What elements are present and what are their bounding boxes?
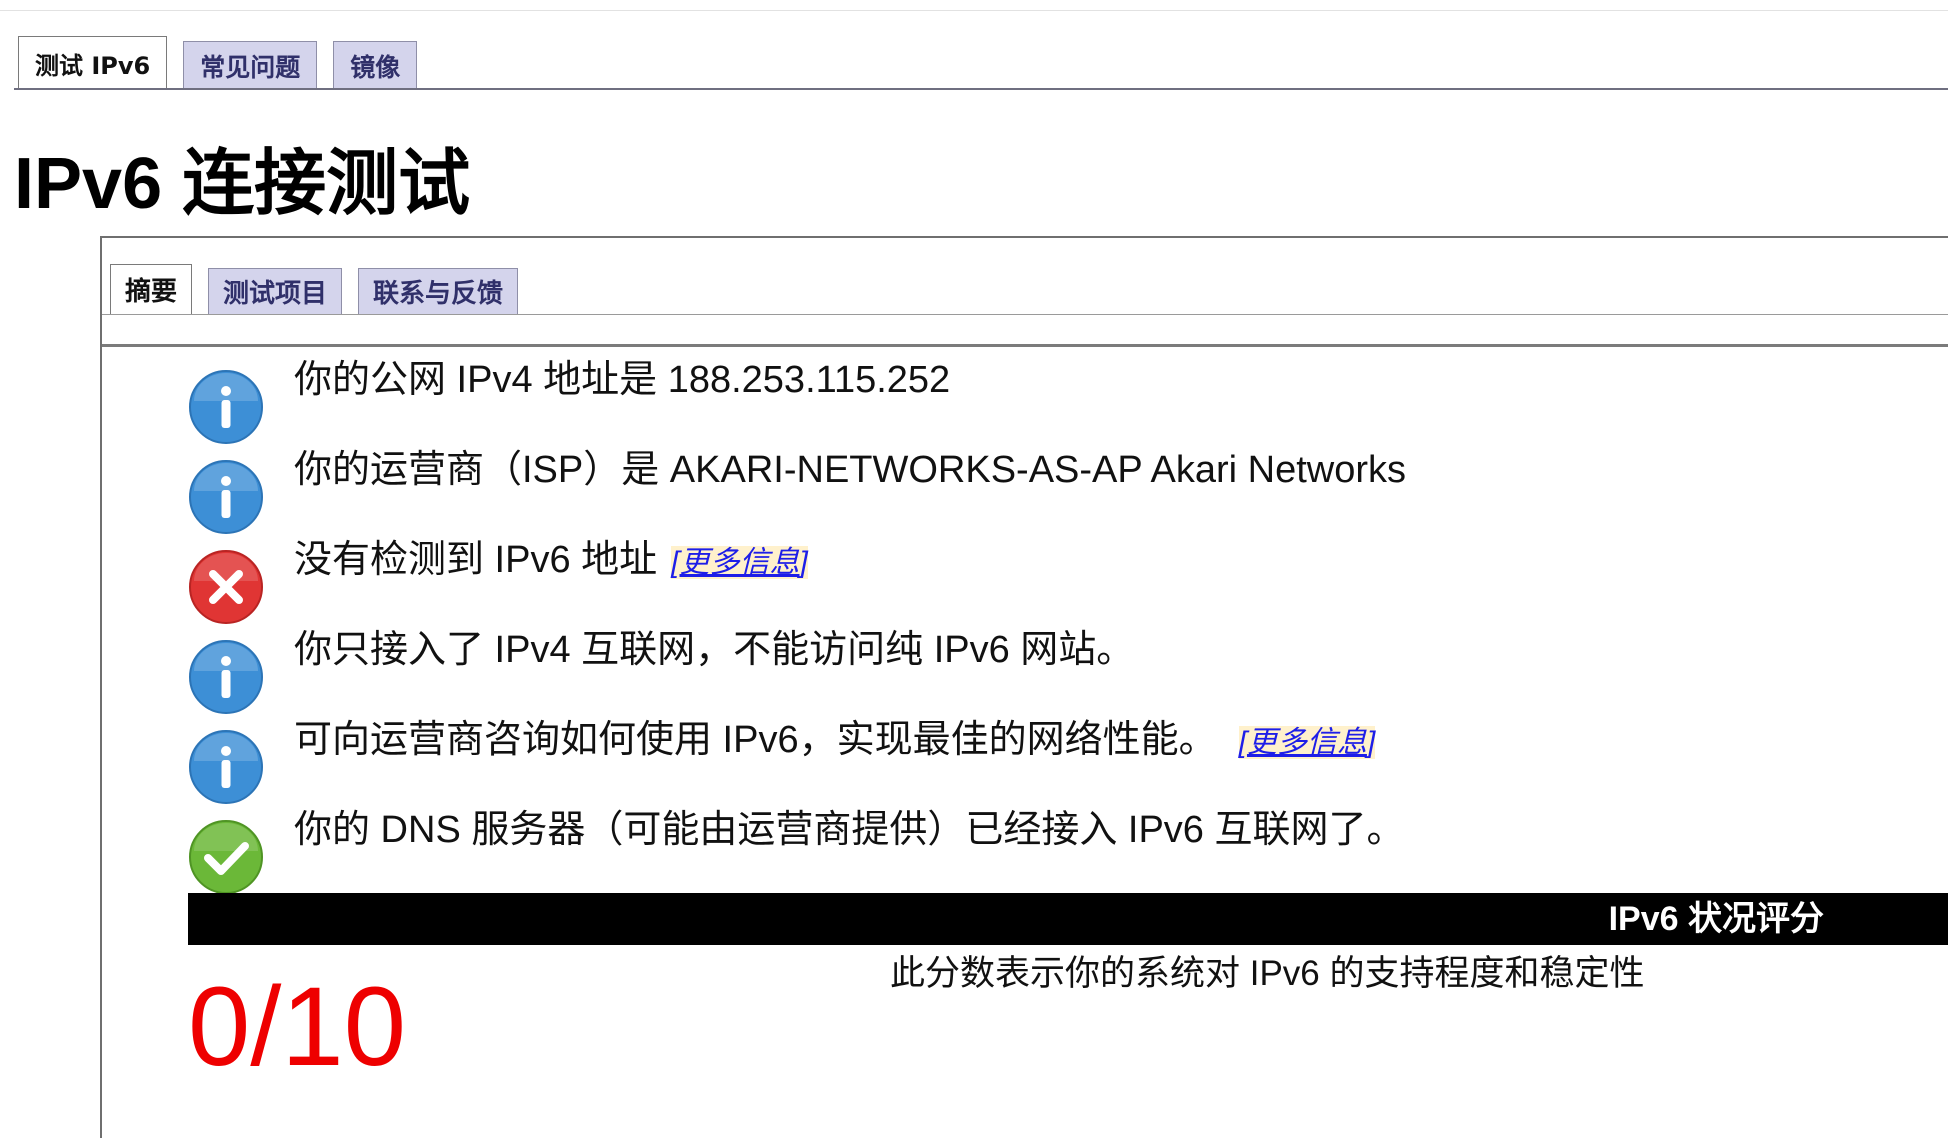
panel-tabs-divider [102, 314, 1948, 315]
result-text: 你只接入了 IPv4 互联网，不能访问纯 IPv6 网站。 [294, 629, 1135, 671]
info-icon [188, 369, 264, 445]
score-header-bar: IPv6 状况评分 [188, 893, 1948, 945]
result-text: 你的公网 IPv4 地址是 188.253.115.252 [294, 359, 951, 401]
more-info-link[interactable]: [更多信息] [1238, 726, 1376, 759]
tab-test-ipv6[interactable]: 测试 IPv6 [18, 36, 168, 89]
tab-tests-run[interactable]: 测试项目 [208, 268, 343, 314]
score-description: 此分数表示你的系统对 IPv6 的支持程度和稳定性 [890, 954, 1645, 993]
result-row-isp: 你的运营商（ISP）是 AKARI-NETWORKS-AS-AP Akari N… [188, 442, 1948, 535]
page-title: IPv6 连接测试 [14, 144, 471, 224]
tab-summary[interactable]: 摘要 [110, 264, 193, 314]
panel-content-divider [102, 344, 1948, 347]
tab-contact[interactable]: 联系与反馈 [358, 268, 519, 314]
result-row-no-ipv6: 没有检测到 IPv6 地址 [更多信息] [188, 532, 1948, 625]
top-divider [0, 10, 1948, 11]
score-value: 0/10 [188, 964, 406, 1089]
checkmark-icon [188, 819, 264, 895]
panel-tabs: 摘要 测试项目 联系与反馈 [110, 264, 519, 314]
error-icon [188, 549, 264, 625]
score-heading: IPv6 状况评分 [1608, 900, 1824, 938]
result-text: 你的 DNS 服务器（可能由运营商提供）已经接入 IPv6 互联网了。 [294, 809, 1405, 851]
info-icon [188, 729, 264, 805]
info-icon [188, 639, 264, 715]
result-row-ipv4-only: 你只接入了 IPv4 互联网，不能访问纯 IPv6 网站。 [188, 622, 1948, 715]
result-row-ipv4-address: 你的公网 IPv4 地址是 188.253.115.252 [188, 352, 1948, 445]
result-text: 可向运营商咨询如何使用 IPv6，实现最佳的网络性能。 [更多信息] [294, 719, 1376, 761]
tab-faq[interactable]: 常见问题 [183, 41, 318, 89]
result-row-ask-isp: 可向运营商咨询如何使用 IPv6，实现最佳的网络性能。 [更多信息] [188, 712, 1948, 805]
info-icon [188, 459, 264, 535]
results-list: 你的公网 IPv4 地址是 188.253.115.252 你的运营商（ISP）… [188, 352, 1948, 895]
result-text: 没有检测到 IPv6 地址 [更多信息] [294, 539, 808, 581]
result-text: 你的运营商（ISP）是 AKARI-NETWORKS-AS-AP Akari N… [294, 449, 1407, 491]
more-info-link[interactable]: [更多信息] [671, 546, 808, 579]
tab-mirrors[interactable]: 镜像 [333, 41, 418, 89]
main-nav-tabs: 测试 IPv6 常见问题 镜像 [18, 36, 418, 89]
tabs-divider [14, 88, 1948, 90]
result-row-dns-ipv6: 你的 DNS 服务器（可能由运营商提供）已经接入 IPv6 互联网了。 [188, 802, 1948, 895]
